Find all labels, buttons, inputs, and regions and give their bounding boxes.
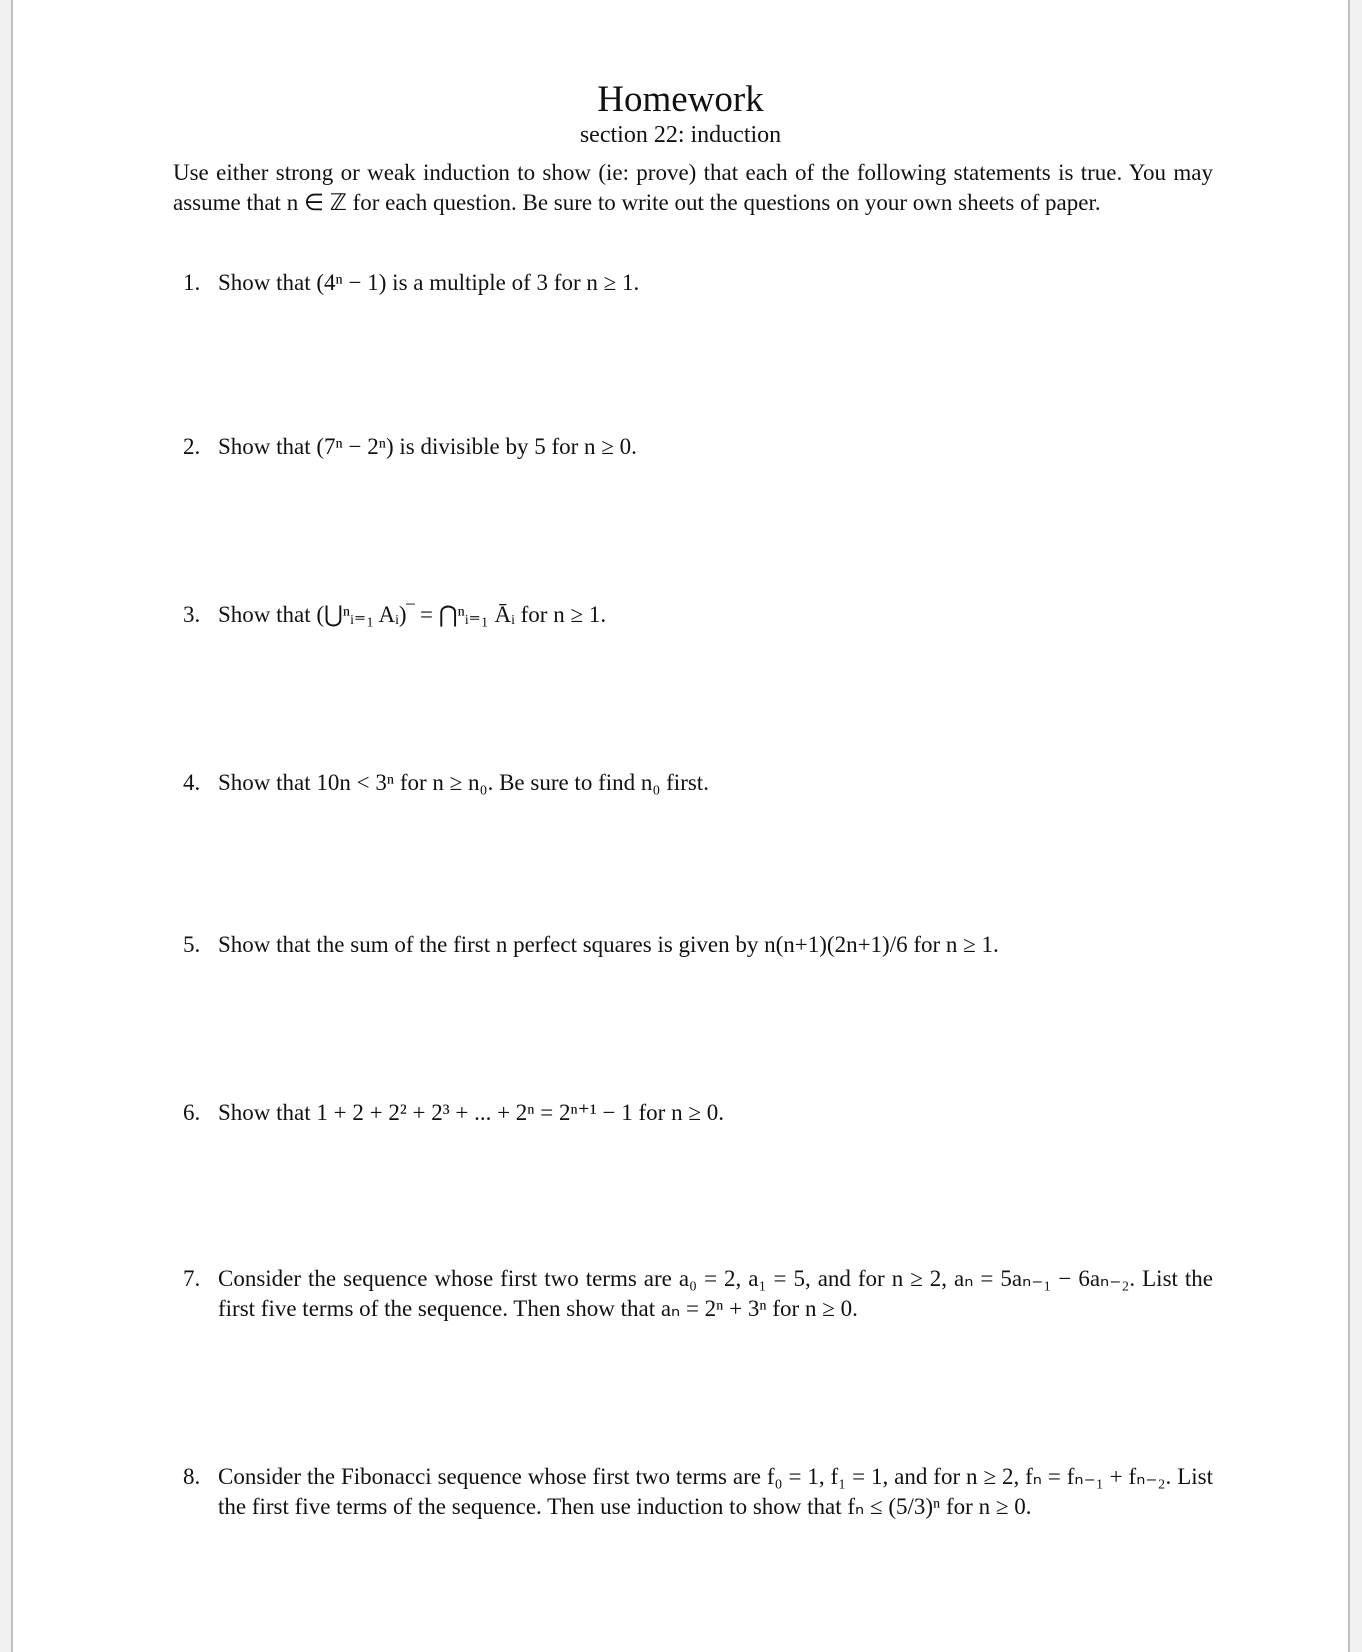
question-text: Show that 1 + 2 + 2² + 2³ + ... + 2ⁿ = 2… bbox=[218, 1100, 724, 1125]
question-item: 1. Show that (4ⁿ − 1) is a multiple of 3… bbox=[183, 268, 1213, 298]
question-item: 4. Show that 10n < 3ⁿ for n ≥ n₀. Be sur… bbox=[183, 768, 1213, 798]
question-number: 7. bbox=[183, 1266, 201, 1291]
question-text: Show that (⋃ⁿᵢ₌₁ Aᵢ)‾ = ⋂ⁿᵢ₌₁ Āᵢ for n ≥… bbox=[218, 602, 607, 627]
question-text: Show that (4ⁿ − 1) is a multiple of 3 fo… bbox=[218, 270, 640, 295]
question-item: 2. Show that (7ⁿ − 2ⁿ) is divisible by 5… bbox=[183, 432, 1213, 462]
question-text: Show that the sum of the first n perfect… bbox=[218, 932, 999, 957]
question-number: 6. bbox=[183, 1100, 201, 1125]
question-number: 3. bbox=[183, 602, 201, 627]
question-text: Consider the Fibonacci sequence whose fi… bbox=[218, 1464, 1213, 1519]
document-page: Homework section 22: induction Use eithe… bbox=[11, 0, 1350, 1652]
question-number: 1. bbox=[183, 270, 201, 295]
question-item: 5. Show that the sum of the first n perf… bbox=[183, 930, 1213, 960]
question-number: 4. bbox=[183, 770, 201, 795]
question-text: Consider the sequence whose first two te… bbox=[218, 1266, 1213, 1321]
question-number: 2. bbox=[183, 434, 201, 459]
question-item: 3. Show that (⋃ⁿᵢ₌₁ Aᵢ)‾ = ⋂ⁿᵢ₌₁ Āᵢ for … bbox=[183, 600, 1213, 630]
question-item: 7. Consider the sequence whose first two… bbox=[183, 1264, 1213, 1324]
question-item: 6. Show that 1 + 2 + 2² + 2³ + ... + 2ⁿ … bbox=[183, 1098, 1213, 1128]
page-title: Homework bbox=[597, 79, 764, 120]
question-item: 8. Consider the Fibonacci sequence whose… bbox=[183, 1462, 1213, 1522]
question-number: 8. bbox=[183, 1464, 201, 1489]
question-number: 5. bbox=[183, 932, 201, 957]
question-text: Show that 10n < 3ⁿ for n ≥ n₀. Be sure t… bbox=[218, 770, 709, 795]
question-text: Show that (7ⁿ − 2ⁿ) is divisible by 5 fo… bbox=[218, 434, 637, 459]
instructions-paragraph: Use either strong or weak induction to s… bbox=[173, 160, 1213, 215]
page-subtitle: section 22: induction bbox=[579, 122, 782, 148]
